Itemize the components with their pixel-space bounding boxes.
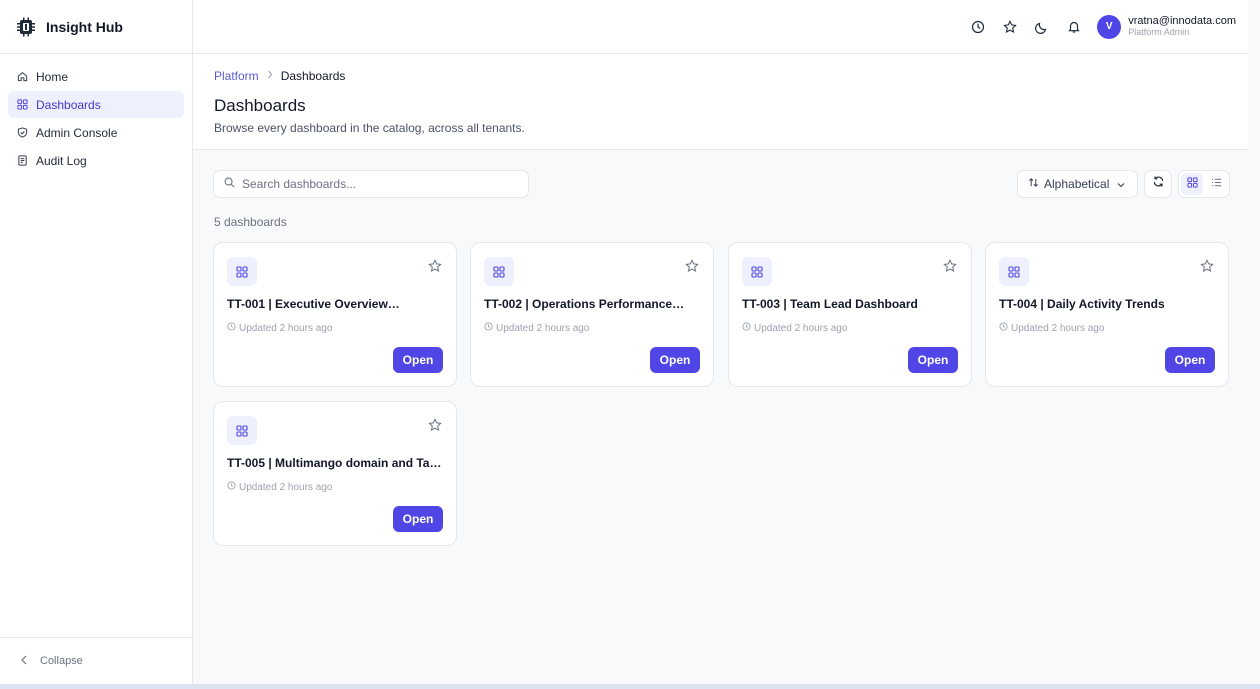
sidebar-nav: Home Dashboards Admin Console Audit Log: [0, 54, 192, 184]
list-view-button[interactable]: [1205, 173, 1227, 195]
grid-icon: [227, 257, 257, 286]
sidebar-item-audit-log[interactable]: Audit Log: [8, 147, 184, 174]
clock-icon: [999, 322, 1008, 334]
clock-icon: [742, 322, 751, 334]
page-subtitle: Browse every dashboard in the catalog, a…: [214, 121, 525, 135]
bottom-edge: [0, 684, 1260, 689]
favorite-star-icon[interactable]: [428, 259, 442, 273]
dashboard-title: TT-003 | Team Lead Dashboard: [742, 297, 918, 311]
dashboard-card[interactable]: TT-004 | Daily Activity Trends Updated 2…: [985, 242, 1229, 387]
refresh-button[interactable]: [1144, 170, 1172, 198]
sort-arrows-icon: [1028, 177, 1039, 191]
dashboard-title: TT-004 | Daily Activity Trends: [999, 297, 1165, 311]
sort-dropdown[interactable]: Alphabetical: [1017, 170, 1138, 198]
list-icon: [1211, 175, 1222, 193]
page-header: Platform Dashboards Dashboards Browse ev…: [193, 54, 1248, 150]
search-input[interactable]: [242, 177, 512, 191]
open-button[interactable]: Open: [650, 347, 700, 373]
brand-logo-icon: [16, 17, 36, 37]
chevron-right-icon: [267, 70, 273, 82]
dashboard-card[interactable]: TT-005 | Multimango domain and Tasks Upd…: [213, 401, 457, 546]
grid-icon: [999, 257, 1029, 286]
breadcrumb: Platform Dashboards: [214, 69, 1248, 83]
page-title: Dashboards: [214, 96, 306, 115]
clock-icon: [227, 322, 236, 334]
updated-text: Updated 2 hours ago: [754, 322, 848, 334]
scrollbar[interactable]: [1248, 0, 1260, 684]
collapse-label: Collapse: [40, 655, 83, 667]
sidebar-item-label: Home: [36, 69, 69, 84]
log-icon: [17, 155, 28, 166]
favorite-star-icon[interactable]: [1200, 259, 1214, 273]
open-button[interactable]: Open: [393, 347, 443, 373]
dashboard-updated: Updated 2 hours ago: [742, 322, 847, 334]
sidebar-item-label: Admin Console: [36, 125, 118, 140]
chevron-left-icon: [20, 655, 28, 668]
favorite-star-icon[interactable]: [428, 418, 442, 432]
bell-icon[interactable]: [1061, 14, 1087, 40]
sidebar-item-home[interactable]: Home: [8, 63, 184, 90]
dashboard-card[interactable]: TT-002 | Operations Performance… Updated…: [470, 242, 714, 387]
brand-name: Insight Hub: [46, 18, 123, 35]
updated-text: Updated 2 hours ago: [1011, 322, 1105, 334]
grid-icon: [484, 257, 514, 286]
dashboard-title: TT-001 | Executive Overview…: [227, 297, 400, 311]
dashboard-title: TT-002 | Operations Performance…: [484, 297, 685, 311]
moon-icon[interactable]: [1029, 14, 1055, 40]
dashboard-updated: Updated 2 hours ago: [484, 322, 589, 334]
user-email: vratna@innodata.com: [1128, 15, 1236, 27]
open-button[interactable]: Open: [1165, 347, 1215, 373]
grid-icon: [742, 257, 772, 286]
updated-text: Updated 2 hours ago: [496, 322, 590, 334]
favorite-star-icon[interactable]: [943, 259, 957, 273]
dashboard-count: 5 dashboards: [214, 215, 287, 229]
sidebar-item-label: Dashboards: [36, 97, 101, 112]
dashboard-title: TT-005 | Multimango domain and Tasks: [227, 456, 447, 470]
dashboard-updated: Updated 2 hours ago: [227, 481, 332, 493]
user-menu[interactable]: V vratna@innodata.com Platform Admin: [1097, 14, 1236, 39]
dashboard-card[interactable]: TT-003 | Team Lead Dashboard Updated 2 h…: [728, 242, 972, 387]
clock-icon: [484, 322, 493, 334]
home-icon: [17, 71, 28, 82]
avatar: V: [1097, 14, 1122, 39]
brand[interactable]: Insight Hub: [0, 0, 192, 54]
top-header: V vratna@innodata.com Platform Admin: [193, 0, 1248, 54]
grid-icon: [17, 99, 28, 110]
sidebar: Insight Hub Home Dashboards Admin Consol…: [0, 0, 193, 684]
breadcrumb-current: Dashboards: [280, 69, 346, 83]
search-box[interactable]: [213, 170, 529, 198]
sidebar-item-dashboards[interactable]: Dashboards: [8, 91, 184, 118]
dashboard-card[interactable]: TT-001 | Executive Overview… Updated 2 h…: [213, 242, 457, 387]
star-icon[interactable]: [997, 14, 1023, 40]
view-toggle: [1178, 170, 1230, 198]
clock-icon[interactable]: [965, 14, 991, 40]
updated-text: Updated 2 hours ago: [239, 481, 333, 493]
grid-icon: [227, 416, 257, 445]
dashboard-updated: Updated 2 hours ago: [999, 322, 1104, 334]
chevron-down-icon: [1117, 177, 1125, 191]
clock-icon: [227, 481, 236, 493]
grid-icon: [1186, 175, 1198, 193]
search-icon: [224, 175, 235, 193]
shield-icon: [17, 127, 28, 138]
collapse-button[interactable]: Collapse: [0, 637, 192, 684]
breadcrumb-platform-link[interactable]: Platform: [214, 69, 259, 83]
sort-label: Alphabetical: [1044, 177, 1110, 191]
updated-text: Updated 2 hours ago: [239, 322, 333, 334]
open-button[interactable]: Open: [908, 347, 958, 373]
favorite-star-icon[interactable]: [685, 259, 699, 273]
sidebar-item-admin-console[interactable]: Admin Console: [8, 119, 184, 146]
open-button[interactable]: Open: [393, 506, 443, 532]
user-role: Platform Admin: [1128, 27, 1190, 37]
grid-view-button[interactable]: [1181, 173, 1203, 195]
sidebar-item-label: Audit Log: [36, 153, 87, 168]
dashboard-updated: Updated 2 hours ago: [227, 322, 332, 334]
refresh-icon: [1152, 175, 1165, 193]
